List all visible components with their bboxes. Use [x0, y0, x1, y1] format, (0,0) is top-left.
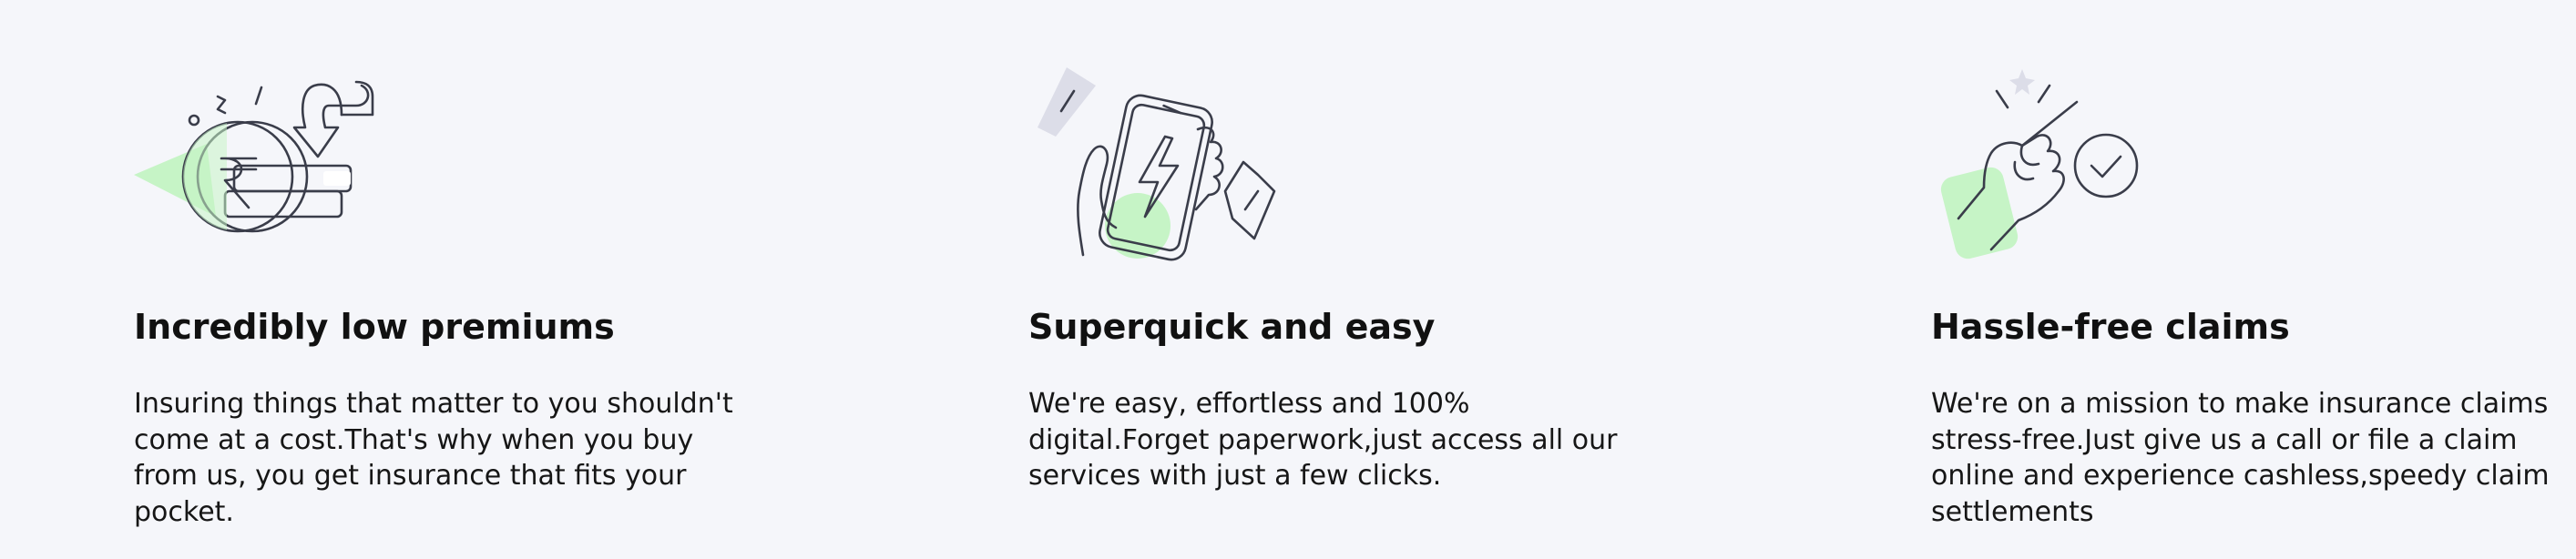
feature-description: We're on a mission to make insurance cla… [1931, 388, 2550, 528]
snap-check-icon [1940, 69, 2139, 259]
feature-description: Insuring things that matter to you shoul… [134, 388, 733, 528]
rupee-coin-icon [134, 80, 374, 233]
feature-title: Incredibly low premiums [134, 307, 615, 347]
feature-title: Hassle-free claims [1931, 307, 2290, 347]
phone-lightning-icon [1038, 67, 1276, 261]
feature-description: We're easy, effortless and 100% digital.… [1028, 388, 1618, 492]
feature-title: Superquick and easy [1028, 307, 1436, 347]
